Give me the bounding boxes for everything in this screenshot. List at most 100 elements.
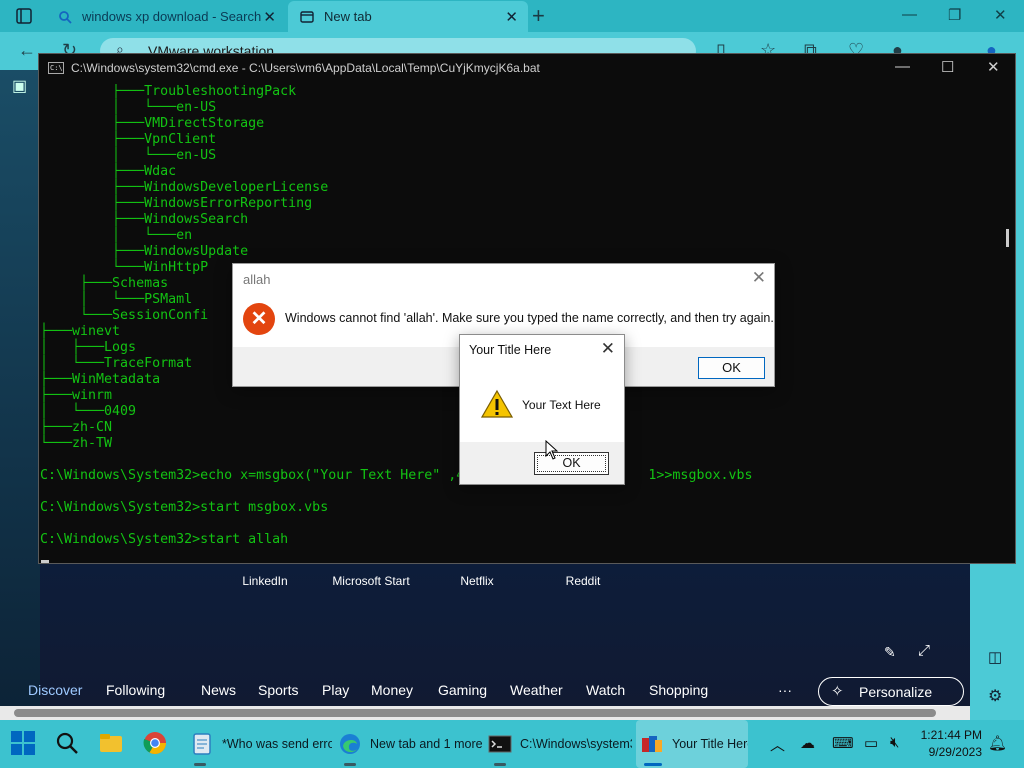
tab-bar: windows xp download - Search ✕ New tab ✕… <box>0 0 1024 32</box>
taskbar-app-wscript[interactable]: Your Title Here <box>636 720 748 768</box>
feed-tab-money[interactable]: Money <box>371 682 413 698</box>
tab-new-tab[interactable]: New tab ✕ <box>288 1 528 32</box>
feed-tab-gaming[interactable]: Gaming <box>438 682 487 698</box>
search-icon[interactable] <box>54 730 80 756</box>
terminal-icon <box>488 735 512 753</box>
file-explorer-icon[interactable] <box>98 730 124 756</box>
new-tab-page: LinkedIn Microsoft Start Netflix Reddit … <box>28 564 970 706</box>
console-line: │ └───en-US <box>40 148 217 163</box>
taskbar-app-cmd[interactable]: C:\Windows\system32 <box>486 720 632 768</box>
back-icon[interactable]: ← <box>18 40 36 61</box>
start-windows-icon[interactable] <box>10 730 36 756</box>
running-indicator <box>644 763 662 766</box>
console-line: │ └───en-US <box>40 100 217 115</box>
dialog-message: Windows cannot find 'allah'. Make sure y… <box>285 311 774 325</box>
tab-actions-icon[interactable] <box>10 6 38 26</box>
console-line: ├───WindowsErrorReporting <box>40 196 313 211</box>
taskbar-app-label: *Who was send erro <box>222 737 332 751</box>
volume-muted-icon[interactable]: 🔇︎ <box>890 734 899 751</box>
quick-link-reddit[interactable]: Reddit <box>533 574 633 588</box>
clock-time[interactable]: 1:21:44 PM <box>920 728 982 742</box>
network-icon[interactable]: ▭ <box>864 734 878 752</box>
edit-background-icon[interactable]: ✎ <box>884 644 896 661</box>
console-line: C:\Windows\System32>start allah <box>40 532 289 547</box>
console-line: ├───Wdac <box>40 164 177 179</box>
taskbar-app-edge[interactable]: New tab and 1 more <box>336 720 482 768</box>
cmd-titlebar[interactable]: C:\ C:\Windows\system32\cmd.exe - C:\Use… <box>39 54 1015 83</box>
feed-tab-news[interactable]: News <box>201 682 236 698</box>
fullscreen-expand-icon[interactable]: ⤢ <box>918 642 930 659</box>
horizontal-scrollbar[interactable] <box>0 706 970 720</box>
feed-tab-play[interactable]: Play <box>322 682 349 698</box>
feed-more-icon[interactable]: ··· <box>778 682 792 698</box>
feed-tab-discover[interactable]: Discover <box>28 682 82 698</box>
onedrive-icon[interactable]: ☁ <box>800 734 815 752</box>
quick-link-microsoft-start[interactable]: Microsoft Start <box>321 574 421 588</box>
cmd-title: C:\Windows\system32\cmd.exe - C:\Users\v… <box>71 61 540 75</box>
message-box-dialog: Your Title Here ✕ Your Text Here OK <box>459 334 625 485</box>
notepad-icon <box>193 733 211 755</box>
new-tab-plus-icon[interactable]: + <box>532 3 545 29</box>
console-cursor <box>41 560 49 563</box>
close-tab-icon[interactable]: ✕ <box>505 8 518 26</box>
taskbar-app-label: Your Title Here <box>672 737 748 751</box>
feed-tab-shopping[interactable]: Shopping <box>649 682 708 698</box>
close-icon[interactable]: ✕ <box>601 339 615 359</box>
console-line: ├───WindowsDeveloperLicense <box>40 180 329 195</box>
chrome-icon[interactable] <box>142 730 168 756</box>
new-tab-page-icon <box>300 10 314 23</box>
dialog-message: Your Text Here <box>522 398 601 412</box>
left-sidebar-strip: ▣ ⋮ <box>0 70 49 720</box>
edge-icon <box>340 734 360 754</box>
feed-nav: Discover Following News Sports Play Mone… <box>28 676 970 706</box>
sparkle-icon: ✧ <box>831 683 844 700</box>
console-scrollbar-thumb[interactable] <box>1006 229 1009 247</box>
chevron-up-icon[interactable]: ︿ <box>770 734 785 755</box>
settings-gear-icon[interactable]: ⚙ <box>988 686 1002 706</box>
feed-tab-watch[interactable]: Watch <box>586 682 625 698</box>
minimize-icon[interactable]: — <box>895 58 910 75</box>
console-line: ├───TroubleshootingPack <box>40 84 297 99</box>
running-indicator <box>194 763 206 766</box>
console-line: C:\Windows\System32>start msgbox.vbs <box>40 500 329 515</box>
warning-icon <box>481 389 513 418</box>
dialog-title: Your Title Here <box>469 343 552 357</box>
mouse-pointer-icon <box>545 440 559 460</box>
taskbar-app-label: C:\Windows\system32 <box>520 737 632 751</box>
sidebar-toggle-icon[interactable]: ◫ <box>988 648 1002 666</box>
feed-tab-weather[interactable]: Weather <box>510 682 563 698</box>
error-x-icon: ✕ <box>243 303 275 335</box>
notification-bell-icon[interactable]: 🔔︎ <box>988 734 1007 752</box>
quick-link-netflix[interactable]: Netflix <box>427 574 527 588</box>
taskbar-app-notepad[interactable]: *Who was send erro <box>186 720 332 768</box>
maximize-icon[interactable]: ☐ <box>941 58 954 76</box>
personalize-button[interactable]: ✧ Personalize <box>818 677 964 706</box>
console-line: │ └───en <box>40 228 193 243</box>
console-line: ├───VMDirectStorage <box>40 116 265 131</box>
feed-tab-following[interactable]: Following <box>106 682 165 698</box>
close-tab-icon[interactable]: ✕ <box>263 8 276 26</box>
ok-button[interactable]: OK <box>698 357 765 379</box>
tab-search[interactable]: windows xp download - Search ✕ <box>46 1 286 32</box>
workspaces-icon[interactable]: ▣ <box>12 76 27 96</box>
personalize-label: Personalize <box>859 684 933 700</box>
dialog-title: allah <box>243 272 271 287</box>
quick-link-linkedin[interactable]: LinkedIn <box>215 574 315 588</box>
scrollbar-thumb[interactable] <box>14 709 936 717</box>
restore-icon[interactable]: ❐ <box>948 6 961 24</box>
feed-tab-sports[interactable]: Sports <box>258 682 298 698</box>
console-line: ├───WindowsUpdate <box>40 244 249 259</box>
console-line: ├───VpnClient <box>40 132 217 147</box>
tab-label: New tab <box>324 9 372 24</box>
cmd-app-icon: C:\ <box>48 62 64 74</box>
clock-date[interactable]: 9/29/2023 <box>920 745 982 759</box>
running-indicator <box>494 763 506 766</box>
taskbar-app-label: New tab and 1 more <box>370 737 482 751</box>
close-window-icon[interactable]: ✕ <box>987 58 1000 76</box>
right-sidebar: ◫ ⚙ <box>970 564 1024 720</box>
minimize-icon[interactable]: — <box>902 6 917 23</box>
close-window-icon[interactable]: ✕ <box>994 6 1007 24</box>
close-icon[interactable]: ✕ <box>752 268 766 288</box>
keyboard-icon[interactable]: ⌨ <box>832 734 854 752</box>
